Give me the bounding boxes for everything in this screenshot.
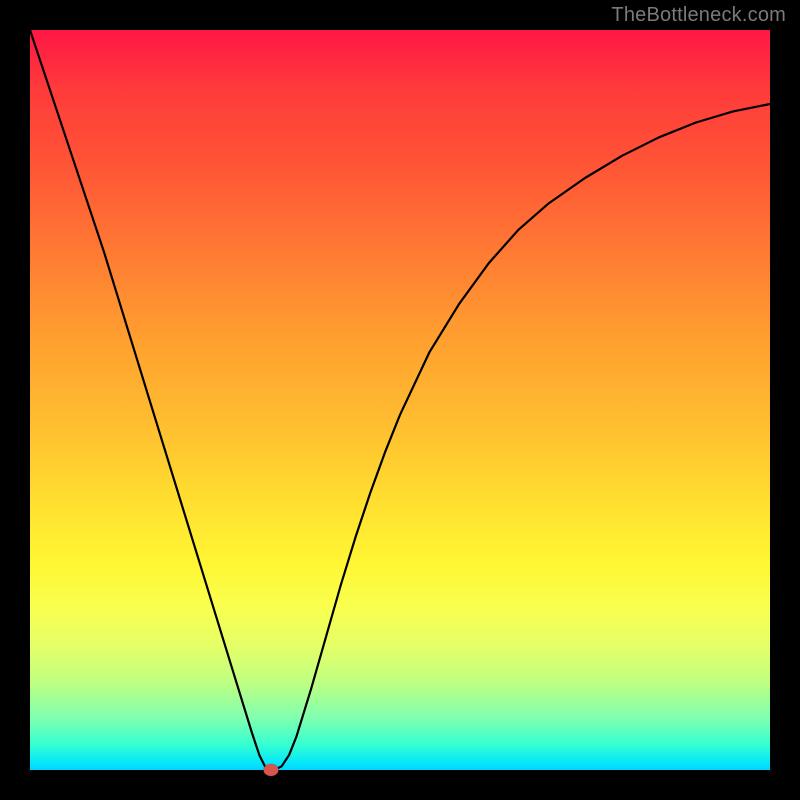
plot-area bbox=[30, 30, 770, 770]
optimal-point-marker bbox=[263, 764, 278, 776]
watermark-text: TheBottleneck.com bbox=[611, 4, 786, 27]
bottleneck-curve bbox=[30, 30, 770, 770]
chart-wrapper: TheBottleneck.com bbox=[0, 0, 800, 800]
